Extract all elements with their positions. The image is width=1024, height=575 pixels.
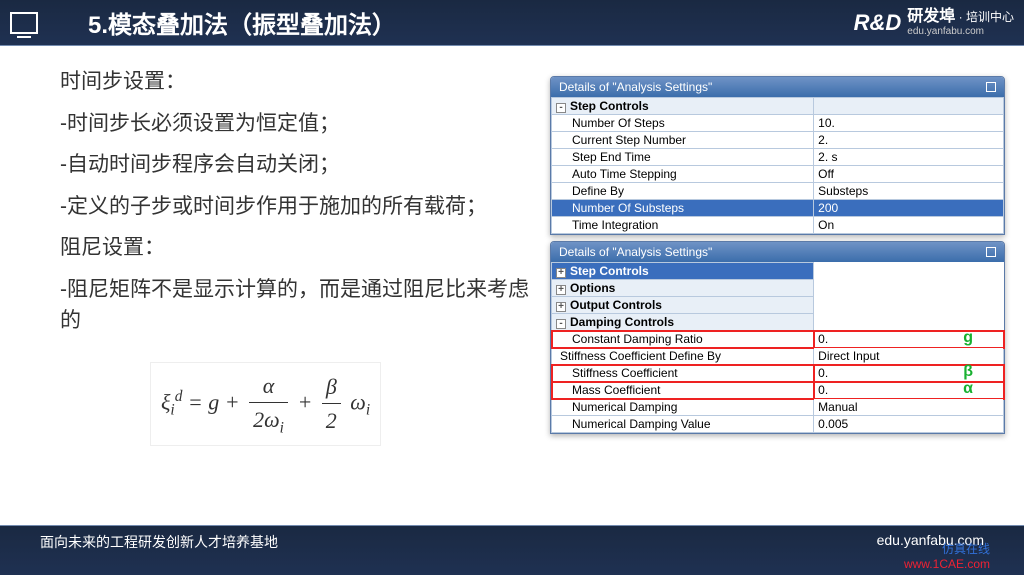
row-current-step: Current Step Number <box>552 132 814 149</box>
brand-url: edu.yanfabu.com <box>907 26 1014 37</box>
row-step-end: Step End Time <box>552 149 814 166</box>
watermark-line2: www.1CAE.com <box>904 557 990 571</box>
watermark: 仿真在线 www.1CAE.com <box>904 542 990 571</box>
row-scdb: Stiffness Coefficient Define By <box>552 348 814 365</box>
row-ndv: Numerical Damping Value <box>552 416 814 433</box>
section-output[interactable]: Output Controls <box>570 298 662 312</box>
panel-2-title-text: Details of "Analysis Settings" <box>559 245 712 259</box>
greek-alpha: α <box>963 380 973 398</box>
analysis-settings-panel-1: Details of "Analysis Settings" -Step Con… <box>550 76 1005 235</box>
row-cdr: Constant Damping Ratio <box>552 331 814 348</box>
para-5: 阻尼设置： <box>60 232 535 264</box>
brand-rd: R&D <box>854 10 902 36</box>
panels-column: Details of "Analysis Settings" -Step Con… <box>545 66 1020 524</box>
watermark-line1: 仿真在线 <box>904 542 990 556</box>
section-step-controls[interactable]: Step Controls <box>570 99 649 113</box>
para-1: 时间步设置： <box>60 66 535 98</box>
row-num-steps: Number Of Steps <box>552 115 814 132</box>
brand-main: 研发埠 <box>907 8 955 25</box>
row-time-int: Time Integration <box>552 217 814 234</box>
slide-title: 5.模态叠加法（振型叠加法） <box>88 5 396 40</box>
greek-beta: β <box>963 363 973 381</box>
minimize-icon[interactable] <box>986 247 996 257</box>
para-4: -定义的子步或时间步作用于施加的所有载荷； <box>60 191 535 223</box>
slide-header: 5.模态叠加法（振型叠加法） R&D 研发埠 · 培训中心 edu.yanfab… <box>0 0 1024 46</box>
panel-1-title-text: Details of "Analysis Settings" <box>559 80 712 94</box>
row-sc: Stiffness Coefficient <box>552 365 814 382</box>
row-nd: Numerical Damping <box>552 399 814 416</box>
row-num-substeps: Number Of Substeps <box>552 200 814 217</box>
row-define-by: Define By <box>552 183 814 200</box>
panel-1-title: Details of "Analysis Settings" <box>551 77 1004 97</box>
brand-logo-area: R&D 研发埠 · 培训中心 edu.yanfabu.com <box>854 8 1014 37</box>
panel-2-title: Details of "Analysis Settings" <box>551 242 1004 262</box>
equation: ξid = g + α2ωi + β2 ωi <box>150 362 381 447</box>
minimize-icon[interactable] <box>986 82 996 92</box>
row-auto-ts: Auto Time Stepping <box>552 166 814 183</box>
section-options[interactable]: Options <box>570 281 615 295</box>
footer-left: 面向未来的工程研发创新人才培养基地 <box>40 532 278 552</box>
analysis-settings-panel-2: Details of "Analysis Settings" +Step Con… <box>550 241 1005 434</box>
row-mc: Mass Coefficient <box>552 382 814 399</box>
greek-g: g <box>963 329 973 347</box>
section-damping[interactable]: Damping Controls <box>570 315 674 329</box>
section-step-controls-2[interactable]: Step Controls <box>570 264 649 278</box>
text-column: 时间步设置： -时间步长必须设置为恒定值； -自动时间步程序会自动关闭； -定义… <box>0 66 545 524</box>
slide-content: 时间步设置： -时间步长必须设置为恒定值； -自动时间步程序会自动关闭； -定义… <box>0 46 1024 524</box>
monitor-icon <box>10 12 38 34</box>
para-2: -时间步长必须设置为恒定值； <box>60 108 535 140</box>
para-6: -阻尼矩阵不是显示计算的，而是通过阻尼比来考虑的 <box>60 274 535 337</box>
para-3: -自动时间步程序会自动关闭； <box>60 149 535 181</box>
slide-footer: 面向未来的工程研发创新人才培养基地 edu.yanfabu.com 仿真在线 w… <box>0 525 1024 575</box>
brand-suffix: · 培训中心 <box>959 10 1014 24</box>
